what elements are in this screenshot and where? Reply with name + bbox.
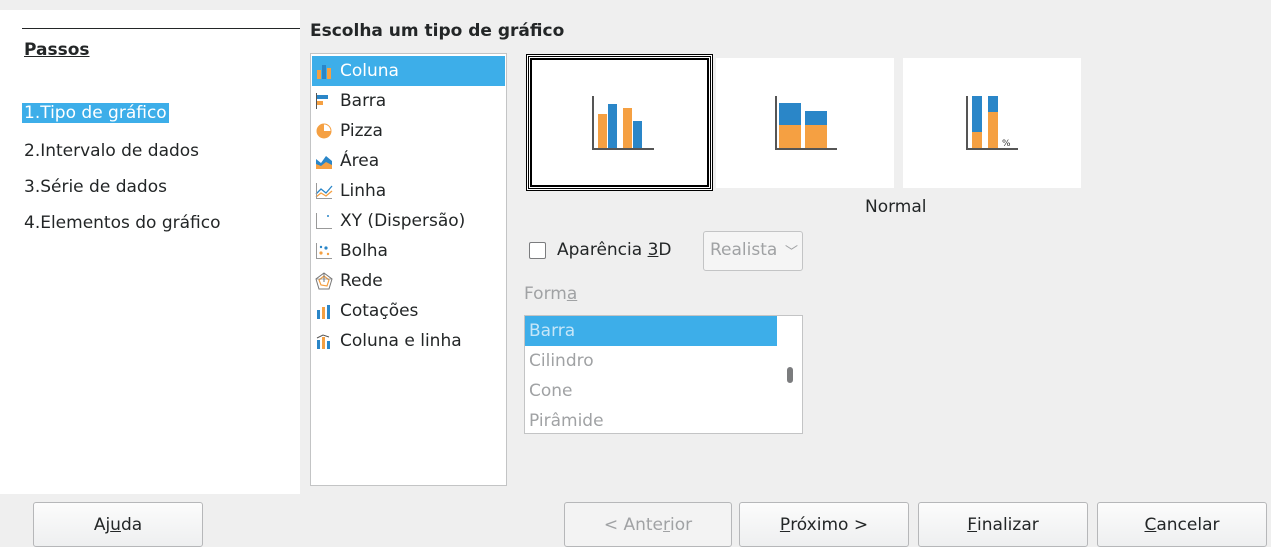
button-label-mnemonic: u	[110, 514, 121, 535]
button-label-part: róximo >	[790, 514, 869, 535]
chart-type-bar[interactable]: Barra	[312, 86, 505, 116]
shape-item-cylinder[interactable]: Cilindro	[525, 346, 777, 376]
variant-caption: Normal	[865, 197, 927, 217]
percent-mark: %	[1002, 139, 1011, 149]
finish-button[interactable]: Finalizar	[918, 502, 1088, 547]
chart-type-label: Pizza	[340, 121, 383, 141]
chart-type-list[interactable]: Coluna Barra Pizza Área Linha XY (Disper…	[310, 53, 507, 486]
chart-type-column-line[interactable]: Coluna e linha	[312, 326, 505, 356]
shape-item-cone[interactable]: Cone	[525, 376, 777, 406]
chart-type-net[interactable]: Rede	[312, 266, 505, 296]
line-chart-icon	[315, 182, 333, 200]
label-mnemonic: 3	[647, 240, 659, 260]
chart-type-label: Barra	[340, 91, 387, 111]
bar-chart-icon	[315, 92, 333, 110]
back-button[interactable]: < Ante r ior	[564, 502, 732, 547]
button-label-mnemonic: F	[967, 514, 978, 535]
chart-type-label: Cotações	[340, 301, 419, 321]
appearance-3d-checkbox[interactable]	[529, 242, 546, 259]
button-label-part: da	[120, 514, 143, 535]
button-label-part: ior	[670, 514, 693, 535]
steps-title: Passos	[24, 40, 90, 60]
button-label-mnemonic: P	[779, 514, 791, 535]
net-chart-icon	[315, 272, 333, 290]
page-title: Escolha um tipo de gráfico	[310, 21, 565, 41]
column-line-chart-icon	[315, 332, 333, 350]
button-label-mnemonic: r	[663, 514, 671, 535]
chart-type-bubble[interactable]: Bolha	[312, 236, 505, 266]
help-button[interactable]: Aj u da	[33, 502, 203, 547]
chart-type-label: XY (Dispersão)	[340, 211, 466, 231]
shape-list-scrollbar[interactable]	[787, 367, 793, 383]
stock-chart-icon	[315, 302, 333, 320]
chart-type-label: Área	[340, 151, 380, 171]
chart-type-label: Rede	[340, 271, 383, 291]
button-label-part: ancelar	[1156, 514, 1220, 535]
pie-chart-icon	[315, 122, 333, 140]
next-button[interactable]: Próximo >	[739, 502, 909, 547]
steps-divider	[22, 28, 300, 29]
button-label-part: Aj	[93, 514, 111, 535]
step-chart-type[interactable]: 1.Tipo de gráfico	[22, 103, 169, 123]
chevron-down-icon: ﹀	[784, 245, 798, 260]
combo-value: Realista	[710, 240, 778, 260]
label-mnemonic: a	[566, 284, 578, 304]
shape-list[interactable]: Barra Cilindro Cone Pirâmide	[524, 315, 803, 434]
chart-type-pie[interactable]: Pizza	[312, 116, 505, 146]
chart-type-label: Linha	[340, 181, 387, 201]
normal-column-preview-icon	[591, 95, 654, 150]
button-label-part: < Ante	[603, 514, 664, 535]
shape-item-pyramid[interactable]: Pirâmide	[525, 406, 777, 433]
stacked-column-preview-icon	[775, 96, 837, 150]
variant-stacked-column[interactable]	[716, 58, 894, 188]
percent-stacked-column-preview-icon: %	[966, 96, 1018, 150]
chart-type-stock[interactable]: Cotações	[312, 296, 505, 326]
label-part: Aparência	[557, 240, 648, 260]
area-chart-icon	[315, 152, 333, 170]
column-chart-icon	[315, 62, 333, 80]
chart-type-label: Bolha	[340, 241, 388, 261]
shape-label: Forma	[524, 284, 577, 304]
chart-type-line[interactable]: Linha	[312, 176, 505, 206]
shape-item-bar[interactable]: Barra	[525, 316, 777, 346]
appearance-3d-scheme-combo[interactable]: Realista ﹀	[703, 231, 803, 271]
button-label-mnemonic: C	[1144, 514, 1157, 535]
step-data-range[interactable]: 2.Intervalo de dados	[24, 141, 199, 161]
chart-type-column[interactable]: Coluna	[312, 56, 505, 86]
bubble-chart-icon	[315, 242, 333, 260]
steps-panel	[0, 10, 300, 494]
chart-type-label: Coluna	[340, 61, 399, 81]
chart-type-xy-scatter[interactable]: XY (Dispersão)	[312, 206, 505, 236]
label-part: Form	[524, 284, 567, 304]
cancel-button[interactable]: Cancelar	[1097, 502, 1267, 547]
scatter-chart-icon	[315, 212, 333, 230]
button-label-part: inalizar	[977, 514, 1039, 535]
appearance-3d-label[interactable]: Aparência 3D	[557, 240, 672, 260]
variant-normal-column[interactable]	[526, 54, 713, 191]
label-part: D	[658, 240, 672, 260]
chart-type-area[interactable]: Área	[312, 146, 505, 176]
chart-type-label: Coluna e linha	[340, 331, 462, 351]
variant-percent-stacked-column[interactable]: %	[903, 58, 1081, 188]
step-data-series[interactable]: 3.Série de dados	[24, 177, 167, 197]
step-chart-elements[interactable]: 4.Elementos do gráfico	[24, 213, 221, 233]
